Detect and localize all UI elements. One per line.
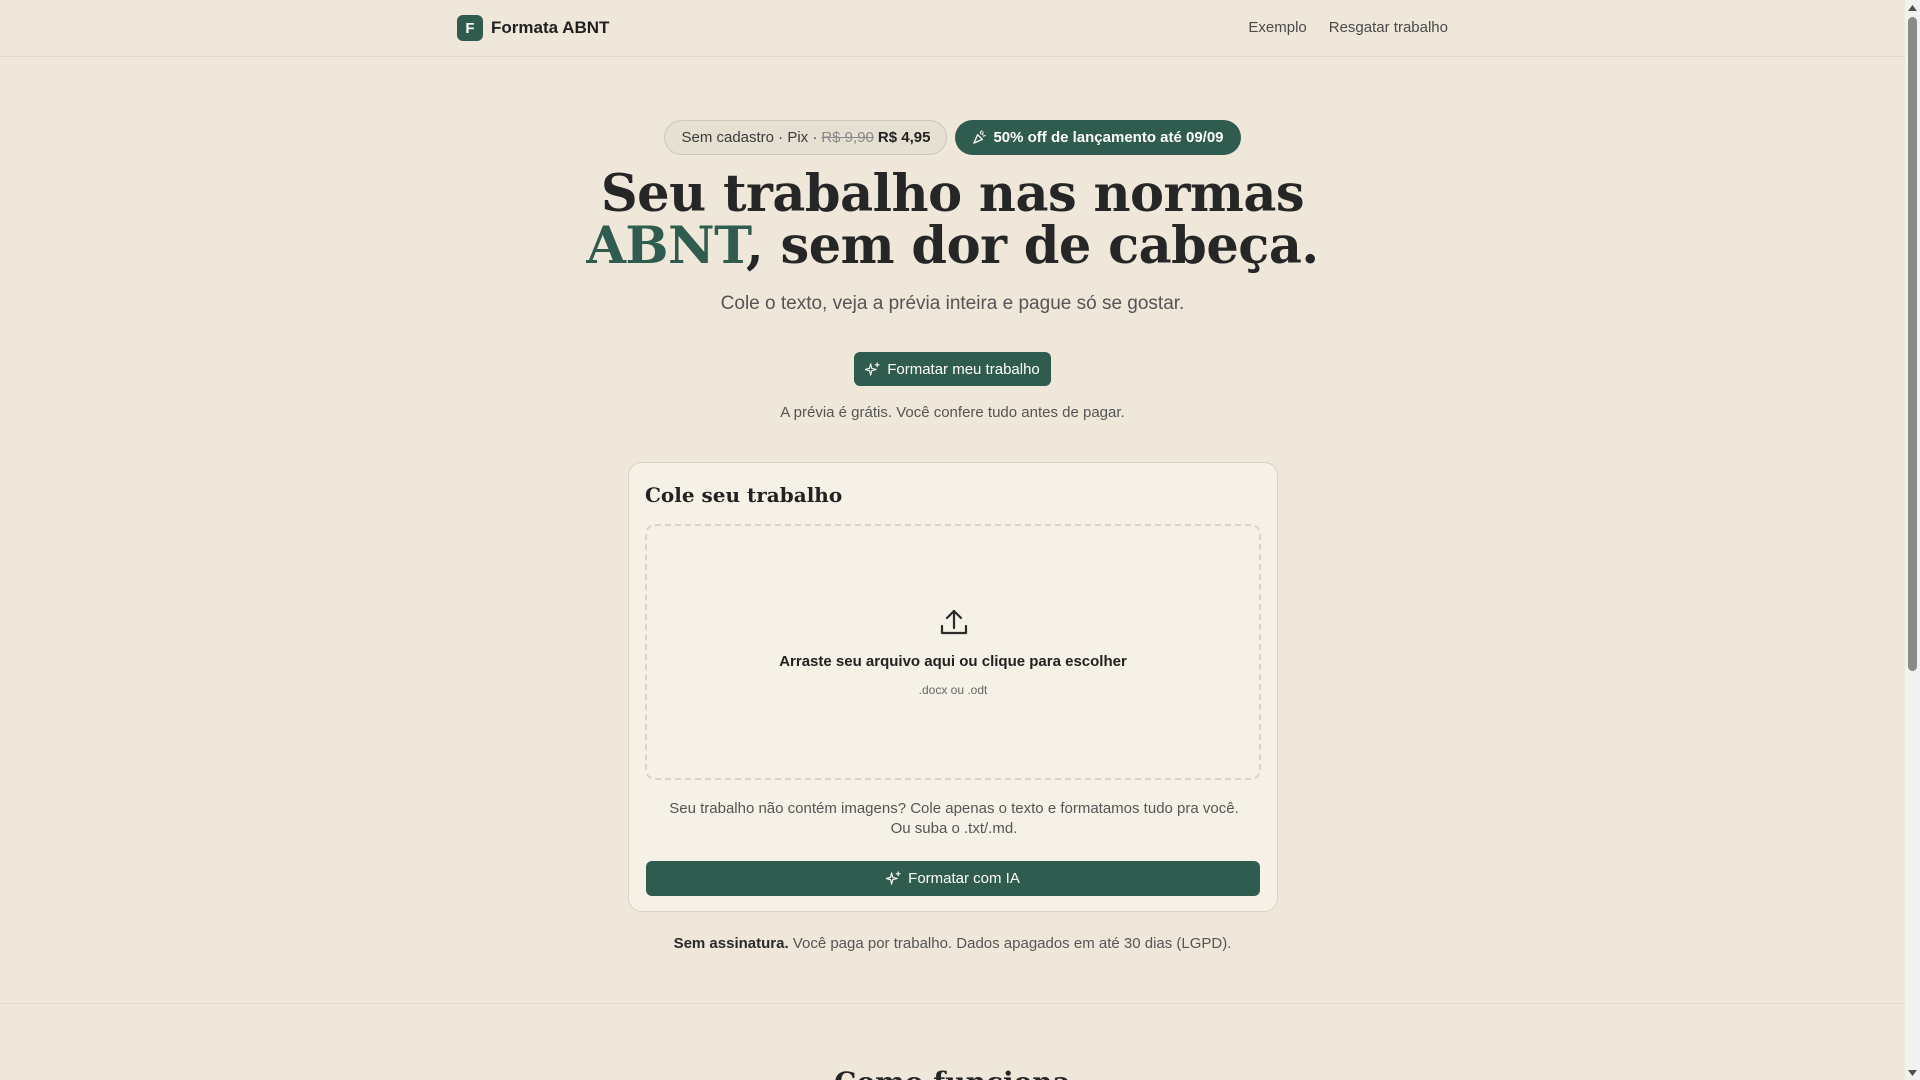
- hero-title-rest: , sem dor de cabeça.: [746, 216, 1319, 276]
- vertical-scrollbar[interactable]: [1905, 0, 1920, 1080]
- cta-note: A prévia é grátis. Você confere tudo ant…: [780, 404, 1125, 421]
- page: F Formata ABNT Exemplo Resgatar trabalho…: [0, 0, 1905, 1080]
- hero-title: Seu trabalho nas normas ABNT, sem dor de…: [0, 168, 1905, 272]
- card-title: Cole seu trabalho: [645, 483, 843, 507]
- dropzone-title: Arraste seu arquivo aqui ou clique para …: [779, 653, 1127, 670]
- hero-title-line1: Seu trabalho nas normas: [600, 164, 1305, 224]
- brand[interactable]: F Formata ABNT: [457, 15, 609, 41]
- format-with-ai-label: Formatar com IA: [908, 870, 1020, 887]
- sparkles-icon: [886, 871, 901, 885]
- paste-work-card: Cole seu trabalho Arraste seu arquivo aq…: [628, 462, 1278, 912]
- footnote-rest: Você paga por trabalho. Dados apagados e…: [788, 935, 1232, 952]
- pricing-badge-prefix: Sem cadastro · Pix ·: [681, 129, 818, 146]
- promo-badge: 50% off de lançamento até 09/09: [955, 120, 1241, 155]
- old-price: R$ 9,90: [821, 129, 874, 146]
- party-popper-icon: [973, 130, 987, 144]
- card-note: Seu trabalho não contém imagens? Cole ap…: [669, 800, 1239, 837]
- hero-cta-wrapper: Formatar meu trabalho: [0, 352, 1905, 386]
- hero-subtitle: Cole o texto, veja a prévia inteira e pa…: [720, 293, 1185, 314]
- nav-link-resgatar-trabalho[interactable]: Resgatar trabalho: [1329, 19, 1448, 36]
- format-my-work-button[interactable]: Formatar meu trabalho: [854, 352, 1051, 386]
- footnote: Sem assinatura. Você paga por trabalho. …: [0, 935, 1905, 952]
- scroll-down-arrow-icon[interactable]: [1905, 1065, 1920, 1080]
- file-dropzone[interactable]: Arraste seu arquivo aqui ou clique para …: [645, 524, 1261, 780]
- format-with-ai-button[interactable]: Formatar com IA: [646, 861, 1260, 896]
- how-it-works-title: Como funciona: [0, 1066, 1905, 1080]
- nav-link-exemplo[interactable]: Exemplo: [1248, 19, 1306, 36]
- top-nav: Exemplo Resgatar trabalho: [1248, 19, 1448, 36]
- badge-row: Sem cadastro · Pix · R$ 9,90 R$ 4,95 50%…: [0, 120, 1905, 155]
- top-header: F Formata ABNT Exemplo Resgatar trabalho: [0, 0, 1905, 57]
- format-my-work-label: Formatar meu trabalho: [887, 360, 1040, 378]
- new-price: R$ 4,95: [877, 129, 931, 146]
- promo-badge-label: 50% off de lançamento até 09/09: [993, 129, 1224, 146]
- dropzone-hint: .docx ou .odt: [918, 683, 988, 697]
- section-divider: [0, 1003, 1905, 1004]
- scrollbar-thumb[interactable]: [1908, 17, 1917, 671]
- footnote-bold: Sem assinatura.: [673, 935, 789, 952]
- scroll-up-arrow-icon[interactable]: [1905, 0, 1920, 15]
- pricing-badge: Sem cadastro · Pix · R$ 9,90 R$ 4,95: [664, 120, 948, 155]
- hero-title-accent: ABNT: [586, 216, 747, 276]
- brand-logo: F: [457, 15, 483, 41]
- sparkles-icon: [865, 361, 880, 376]
- brand-name: Formata ABNT: [491, 18, 610, 37]
- upload-icon: [940, 609, 968, 635]
